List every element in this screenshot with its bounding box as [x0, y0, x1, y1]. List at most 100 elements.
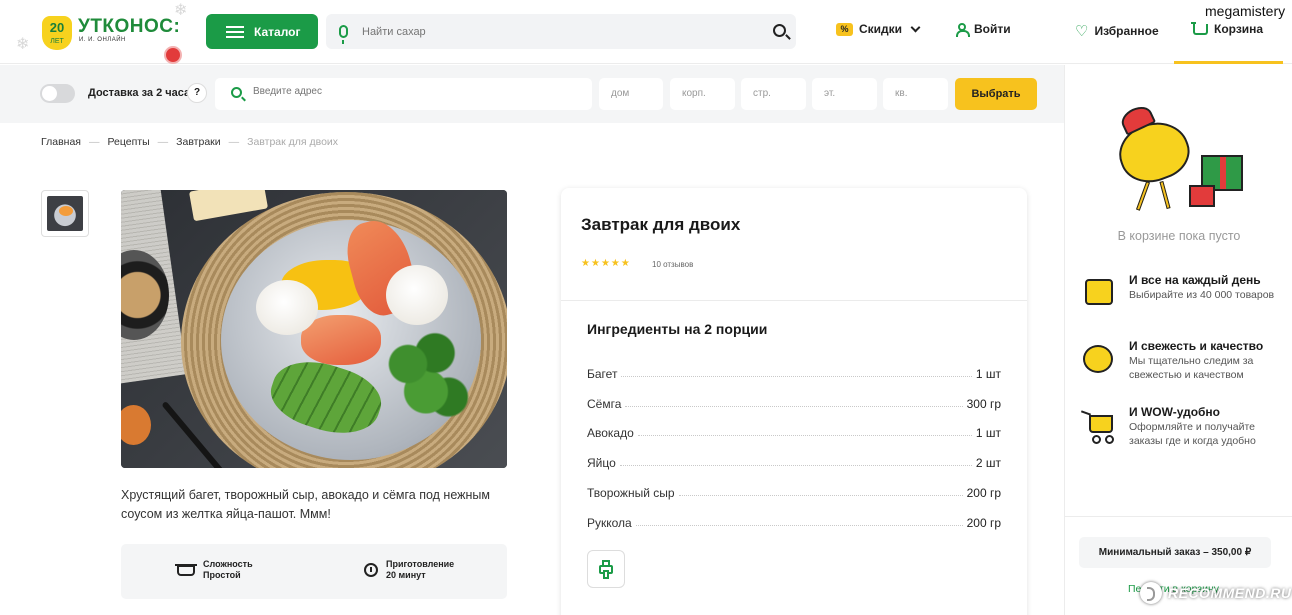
delivery-toggle[interactable]: [40, 84, 75, 103]
ingredient-name: Багет: [587, 366, 618, 381]
logo-badge: 20 ЛЕТ: [42, 16, 72, 50]
catalog-label: Каталог: [254, 24, 301, 39]
star-icon: ★: [581, 258, 590, 269]
ingredient-row: Багет 1 шт: [587, 351, 1001, 381]
recipe-thumbnail[interactable]: [41, 190, 89, 237]
star-icon: ★: [610, 258, 620, 269]
login-label: Войти: [974, 22, 1011, 36]
building-field[interactable]: корп.: [670, 78, 735, 110]
ornament-icon: [164, 46, 182, 64]
recipe-photo: [121, 190, 507, 468]
poached-egg-shape: [256, 280, 318, 335]
catalog-button[interactable]: Каталог: [206, 14, 318, 49]
search-icon[interactable]: [773, 24, 786, 37]
chevron-down-icon: [910, 22, 921, 32]
prep-time-value: 20 минут: [386, 570, 426, 580]
feature-text: Мы тщательно следим за свежестью и качес…: [1129, 355, 1254, 381]
mascot-illustration: [1101, 102, 1251, 213]
ingredient-row: Авокадо 1 шт: [587, 411, 1001, 441]
gift-icon: [1189, 185, 1215, 207]
cart-icon: [1191, 21, 1208, 35]
prep-time-label: Приготовление: [386, 559, 455, 569]
ingredient-qty: 1 шт: [975, 366, 1001, 381]
divider: [561, 300, 1027, 301]
search-bar: [326, 14, 796, 49]
feature-text: Оформляйте и получайте заказы где и когд…: [1129, 421, 1256, 447]
cart-label: Корзина: [1214, 22, 1264, 36]
discounts-menu[interactable]: % Скидки: [836, 22, 921, 36]
cart-sidebar: В корзине пока пусто И все на каждый ден…: [1064, 65, 1292, 615]
reviews-link[interactable]: 10 отзывов: [652, 260, 693, 269]
difficulty-label: Сложность: [203, 559, 253, 569]
ingredient-row: Сёмга 300 гр: [587, 381, 1001, 411]
floor-field[interactable]: эт.: [812, 78, 877, 110]
percent-icon: %: [836, 22, 853, 36]
delivery-toggle-label: Доставка за 2 часа: [88, 87, 191, 99]
star-icon: ★: [600, 258, 610, 269]
watermark-text: RECOMMEND.RU: [1168, 585, 1292, 601]
ingredient-qty: 2 шт: [975, 456, 1001, 471]
star-icon: ★: [590, 258, 600, 269]
breadcrumb-separator: —: [228, 136, 240, 148]
microphone-icon[interactable]: [339, 25, 348, 44]
pot-icon: [175, 563, 197, 576]
breadcrumb-current: Завтрак для двоих: [247, 136, 339, 148]
print-button[interactable]: [587, 550, 625, 588]
feature-text: Выбирайте из 40 000 товаров: [1129, 289, 1275, 301]
ingredient-name: Яйцо: [587, 456, 616, 471]
user-icon: [956, 22, 970, 37]
logo-name: УТКОНОС:: [78, 16, 181, 37]
ingredient-qty: 1 шт: [975, 426, 1001, 441]
structure-field[interactable]: стр.: [741, 78, 806, 110]
ingredient-row: Творожный сыр 200 гр: [587, 470, 1001, 500]
ingredient-qty: 200 гр: [966, 515, 1001, 530]
ingredient-qty: 200 гр: [966, 485, 1001, 500]
logo-badge-number: 20: [49, 20, 65, 35]
ingredient-name: Авокадо: [587, 426, 634, 441]
divider: [1065, 516, 1292, 517]
menu-icon: [226, 25, 244, 38]
prep-time-info: Приготовление 20 минут: [364, 559, 454, 581]
choose-button[interactable]: Выбрать: [955, 78, 1037, 110]
ingredient-row: Яйцо 2 шт: [587, 440, 1001, 470]
ingredient-name: Творожный сыр: [587, 485, 675, 500]
favorites-link[interactable]: ♡ Избранное: [1075, 22, 1159, 40]
apartment-field[interactable]: кв.: [883, 78, 948, 110]
breadcrumb: Главная — Рецепты — Завтраки — Завтрак д…: [41, 136, 338, 148]
breadcrumb-recipes[interactable]: Рецепты: [107, 136, 149, 148]
logo-badge-sub: ЛЕТ: [50, 38, 64, 45]
search-input[interactable]: [362, 25, 752, 38]
address-input[interactable]: [253, 86, 573, 97]
cart-link[interactable]: Корзина: [1191, 21, 1264, 36]
breadcrumb-home[interactable]: Главная: [41, 136, 81, 148]
min-order-badge: Минимальный заказ – 350,00 ₽: [1079, 537, 1271, 568]
ingredients-list: Багет 1 шт Сёмга 300 гр Авокадо 1 шт Яйцо 2 …: [587, 351, 1001, 530]
thumbnail-image: [47, 196, 83, 231]
heart-icon: ♡: [1075, 23, 1089, 40]
breadcrumb-breakfasts[interactable]: Завтраки: [176, 136, 220, 148]
recipe-card: Завтрак для двоих ★ ★ ★ ★ ★ 10 отзывов Ингре…: [561, 188, 1027, 615]
delivery-bar: Доставка за 2 часа ? дом корп. стр. эт. …: [0, 65, 1064, 123]
difficulty-value: Простой: [203, 570, 241, 580]
quality-badge-icon: [1081, 339, 1117, 375]
feature-quality: И свежесть и качество Мы тщательно следи…: [1081, 339, 1281, 382]
feature-title: И все на каждый день: [1129, 273, 1261, 287]
logo[interactable]: ❄ ❄ 20 ЛЕТ УТКОНОС: И. И. ОНЛАЙН: [16, 2, 187, 64]
feature-title: И WOW-удобно: [1129, 405, 1221, 419]
top-header: ❄ ❄ 20 ЛЕТ УТКОНОС: И. И. ОНЛАЙН Каталог…: [0, 0, 1292, 64]
printer-icon: [599, 560, 613, 579]
cart-active-indicator: [1174, 61, 1283, 64]
ingredients-title: Ингредиенты на 2 порции: [587, 321, 768, 337]
shopping-cart-icon: [1081, 405, 1117, 444]
feature-everyday: И все на каждый день Выбирайте из 40 000…: [1081, 273, 1281, 309]
login-link[interactable]: Войти: [956, 22, 1011, 37]
watermark-logo-icon: [1140, 582, 1162, 604]
rating-stars: ★ ★ ★ ★ ★: [581, 258, 630, 269]
help-button[interactable]: ?: [187, 83, 207, 103]
basket-icon: [1081, 273, 1117, 309]
address-field: [215, 78, 592, 110]
difficulty-info: Сложность Простой: [175, 559, 253, 581]
recipe-description: Хрустящий багет, творожный сыр, авокадо …: [121, 488, 490, 521]
house-field[interactable]: дом: [599, 78, 663, 110]
feature-convenience: И WOW-удобно Оформляйте и получайте зака…: [1081, 405, 1281, 448]
